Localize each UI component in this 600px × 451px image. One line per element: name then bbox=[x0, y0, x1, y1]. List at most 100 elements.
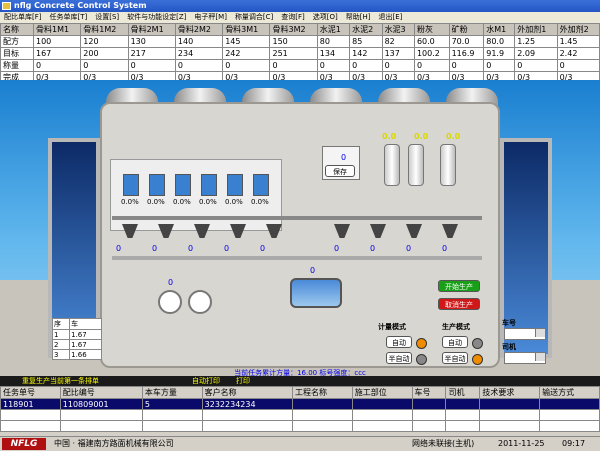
metering-auto-button[interactable]: 自动 bbox=[386, 336, 412, 348]
table-cell[interactable]: 0 bbox=[174, 59, 224, 72]
table-cell[interactable]: 5 bbox=[141, 398, 203, 410]
table-cell[interactable]: 0 bbox=[413, 59, 450, 72]
table-cell[interactable]: 85 bbox=[349, 35, 383, 48]
table-cell[interactable] bbox=[291, 398, 353, 410]
table-cell[interactable]: 60.0 bbox=[413, 35, 450, 48]
cancel-production-button[interactable]: 取消生产 bbox=[438, 298, 480, 310]
aggregate-hopper[interactable] bbox=[149, 174, 165, 196]
save-button[interactable]: 保存 bbox=[325, 165, 355, 177]
menu-recipe-library[interactable]: 配比单库[F] bbox=[0, 12, 46, 23]
table-cell[interactable]: 120 bbox=[80, 35, 129, 48]
table-cell[interactable]: 3232234234 bbox=[201, 398, 293, 410]
table-cell[interactable]: 80.0 bbox=[483, 35, 516, 48]
aggregate-hopper[interactable] bbox=[227, 174, 243, 196]
driver-select[interactable] bbox=[504, 352, 546, 364]
table-cell[interactable]: 1.45 bbox=[556, 35, 600, 48]
table-cell[interactable]: 145 bbox=[222, 35, 271, 48]
aggregate-hopper[interactable] bbox=[123, 174, 139, 196]
table-cell[interactable]: 0 bbox=[127, 59, 176, 72]
table-cell[interactable]: 0 bbox=[32, 59, 82, 72]
table-cell[interactable]: 167 bbox=[32, 47, 82, 60]
table-cell[interactable]: 100 bbox=[32, 35, 82, 48]
table-cell[interactable] bbox=[411, 398, 447, 410]
truck-select[interactable] bbox=[504, 328, 546, 340]
repeat-production-text[interactable]: 重复生产当前第一条排单 bbox=[22, 376, 99, 386]
table-cell[interactable]: 134 bbox=[316, 47, 351, 60]
aggregate-hopper[interactable] bbox=[175, 174, 191, 196]
table-cell[interactable] bbox=[351, 398, 413, 410]
table-cell[interactable]: 2.09 bbox=[514, 47, 558, 60]
table-cell[interactable]: 0 bbox=[316, 59, 351, 72]
table-cell[interactable]: 140 bbox=[174, 35, 224, 48]
aggregate-hopper[interactable] bbox=[201, 174, 217, 196]
window-title-bar[interactable]: nflg Concrete Control System bbox=[0, 0, 600, 12]
table-cell[interactable]: 200 bbox=[80, 47, 129, 60]
table-cell[interactable] bbox=[539, 398, 600, 410]
table-cell[interactable]: 0 bbox=[349, 59, 383, 72]
table-cell[interactable]: 150 bbox=[269, 35, 318, 48]
table-cell[interactable]: 0 bbox=[222, 59, 271, 72]
column-header: 司机 bbox=[445, 386, 481, 399]
print-checkbox[interactable]: 打印 bbox=[236, 376, 250, 386]
scale-value: 0 bbox=[260, 244, 266, 253]
production-semi-auto-button[interactable]: 半自动 bbox=[442, 352, 468, 364]
menu-electronic-scale[interactable]: 电子秤[M] bbox=[190, 12, 231, 23]
table-cell[interactable]: 2.42 bbox=[556, 47, 600, 60]
table-cell[interactable] bbox=[479, 398, 541, 410]
auto-print-checkbox[interactable]: 自动打印 bbox=[192, 376, 220, 386]
table-cell[interactable]: 234 bbox=[174, 47, 224, 60]
table-cell[interactable]: 82 bbox=[381, 35, 415, 48]
start-production-button[interactable]: 开始生产 bbox=[438, 280, 480, 292]
table-cell[interactable]: 0 bbox=[269, 59, 318, 72]
menu-weighing-mix[interactable]: 称量调合[C] bbox=[231, 12, 277, 23]
table-cell[interactable]: 1.25 bbox=[514, 35, 558, 48]
table-cell[interactable]: 110809001 bbox=[59, 398, 143, 410]
table-cell[interactable] bbox=[445, 398, 481, 410]
column-header: 名称 bbox=[0, 23, 34, 36]
table-cell[interactable]: 130 bbox=[127, 35, 176, 48]
table-cell[interactable]: 116.9 bbox=[448, 47, 485, 60]
metering-semi-auto-lamp bbox=[416, 354, 427, 365]
table-row[interactable] bbox=[0, 409, 600, 421]
table-cell[interactable]: 100.2 bbox=[413, 47, 450, 60]
menu-query[interactable]: 查询[F] bbox=[277, 12, 309, 23]
recipe-row-formula[interactable]: 配方 100 120 130 140 145 150 80 85 82 60.0… bbox=[0, 35, 600, 48]
table-cell[interactable]: 0 bbox=[556, 59, 600, 72]
recipe-row-target[interactable]: 目标 167 200 217 234 242 251 134 142 137 1… bbox=[0, 47, 600, 60]
table-row[interactable]: 118901 110809001 5 3232234234 bbox=[0, 398, 600, 410]
table-row[interactable]: 3 1.66 bbox=[51, 349, 102, 360]
production-auto-button[interactable]: 自动 bbox=[442, 336, 468, 348]
aggregate-hopper[interactable] bbox=[253, 174, 269, 196]
table-cell[interactable]: 217 bbox=[127, 47, 176, 60]
table-cell[interactable]: 0 bbox=[381, 59, 415, 72]
menu-software-functions[interactable]: 软件与功能设定[Z] bbox=[123, 12, 190, 23]
menu-settings[interactable]: 设置[S] bbox=[91, 12, 123, 23]
company-name: 中国 · 福建南方路面机械有限公司 bbox=[54, 439, 174, 448]
table-cell[interactable]: 0 bbox=[80, 59, 129, 72]
table-cell[interactable]: 118901 bbox=[0, 398, 61, 410]
table-cell[interactable]: 0 bbox=[514, 59, 558, 72]
table-cell[interactable]: 80 bbox=[316, 35, 351, 48]
scale-value: 0 bbox=[116, 244, 122, 253]
table-cell[interactable]: 242 bbox=[222, 47, 271, 60]
table-cell[interactable]: 142 bbox=[349, 47, 383, 60]
table-cell[interactable]: 251 bbox=[269, 47, 318, 60]
menu-exit[interactable]: 退出[E] bbox=[375, 12, 407, 23]
table-cell[interactable]: 0 bbox=[483, 59, 516, 72]
metering-semi-auto-button[interactable]: 半自动 bbox=[386, 352, 412, 364]
table-cell[interactable]: 137 bbox=[381, 47, 415, 60]
column-header: 水泥3 bbox=[381, 23, 415, 36]
menu-help[interactable]: 帮助[H] bbox=[342, 12, 375, 23]
menu-options[interactable]: 选项[O] bbox=[309, 12, 342, 23]
table-row[interactable]: 2 1.67 bbox=[51, 339, 102, 350]
recipe-row-weighed[interactable]: 称量 0 0 0 0 0 0 0 0 0 0 0 0 0 0 bbox=[0, 59, 600, 72]
table-row[interactable]: 1 1.67 bbox=[51, 329, 102, 340]
metering-mode-label: 计量模式 bbox=[378, 323, 406, 331]
menu-task-library[interactable]: 任务单库[T] bbox=[46, 12, 92, 23]
table-cell[interactable]: 91.9 bbox=[483, 47, 516, 60]
mixer[interactable] bbox=[290, 278, 342, 308]
table-row[interactable] bbox=[0, 420, 600, 432]
table-cell[interactable]: 70.0 bbox=[448, 35, 485, 48]
column-header: 骨料2M2 bbox=[174, 23, 224, 36]
table-cell[interactable]: 0 bbox=[448, 59, 485, 72]
